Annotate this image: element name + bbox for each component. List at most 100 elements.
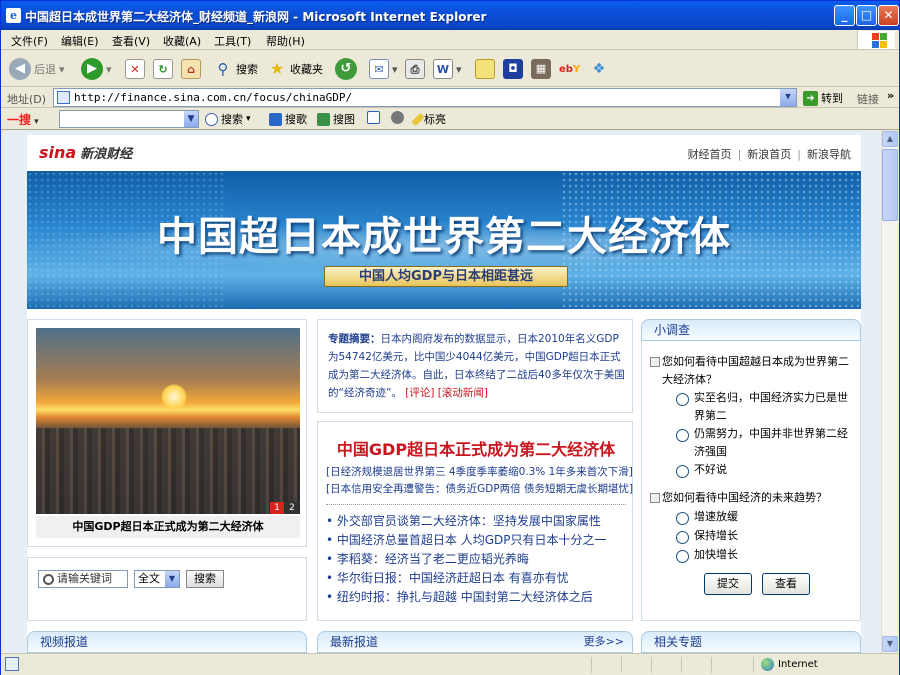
edit-button[interactable]: W ▾	[433, 55, 462, 83]
links-button[interactable]: 链接	[857, 91, 879, 107]
tokyo-sunset-photo[interactable]: 1 2	[36, 328, 300, 514]
banner-subtitle: 中国人均GDP与日本相距甚远	[324, 266, 568, 287]
chevron-right-icon[interactable]: »	[887, 89, 894, 102]
status-bar: Internet	[1, 653, 899, 675]
msn-button[interactable]: ❖	[589, 55, 609, 83]
standard-toolbar: ◀ 后退 ▾ ▶ ▾ ✕ ↻ ⌂ ⚲ 搜索 ★ 收藏夹 ↺ ✉ ▾ ⎙ W ▾ ◘ ▦ …	[1, 51, 899, 87]
keyword-search-button[interactable]: 搜索	[186, 570, 224, 588]
scroll-up-icon[interactable]: ▲	[882, 131, 898, 147]
window-tool-button[interactable]	[367, 111, 380, 124]
yisou-search-button[interactable]: 搜索 ▾	[205, 111, 251, 127]
close-button[interactable]: ✕	[878, 5, 899, 26]
yisou-dropdown-icon[interactable]: ▼	[184, 111, 198, 127]
settings-button[interactable]	[391, 111, 404, 124]
music-search-button[interactable]: 搜歌	[269, 111, 307, 127]
news-item[interactable]: 李稻葵：经济当了老二更应韬光养晦	[326, 550, 626, 569]
menu-help[interactable]: 帮助(H)	[266, 33, 305, 49]
go-button[interactable]: ➜ 转到	[803, 90, 843, 106]
stop-button[interactable]: ✕	[125, 55, 145, 83]
highlight-button[interactable]: 标亮	[411, 111, 446, 127]
notes-button[interactable]	[475, 55, 495, 83]
address-input[interactable]: http://finance.sina.com.cn/focus/chinaGD…	[53, 88, 797, 107]
sublink-1[interactable]: [日经济规模退居世界第三 4季度季率萎缩0.3% 1年多来首次下滑]	[326, 464, 633, 481]
nav-sina-home[interactable]: 新浪首页	[747, 148, 791, 161]
photo-page-1[interactable]: 1	[270, 502, 284, 514]
menu-bar: 文件(F) 编辑(E) 查看(V) 收藏(A) 工具(T) 帮助(H)	[1, 30, 899, 50]
keyword-input[interactable]: 请输关键词	[38, 570, 128, 588]
page-status-icon	[5, 657, 19, 671]
refresh-button[interactable]: ↻	[153, 55, 173, 83]
messenger-button[interactable]: ◘	[503, 55, 523, 83]
address-label: 地址(D)	[7, 93, 47, 106]
photo-caption[interactable]: 中国GDP超日本正式成为第二大经济体	[36, 516, 300, 538]
scroll-down-icon[interactable]: ▼	[882, 636, 898, 652]
yisou-logo[interactable]: 一搜 ▾	[7, 111, 39, 128]
globe-icon	[761, 658, 774, 671]
star-icon: ★	[269, 59, 285, 78]
browser-content: sina 新浪财经 财经首页 | 新浪首页 | 新浪导航 中国超日本成世界第二大经济体 中…	[3, 131, 881, 653]
news-list: 外交部官员谈第二大经济体：坚持发展中国家属性 中国经济总量首超日本 人均GDP只…	[326, 512, 626, 607]
page-icon	[57, 91, 70, 104]
image-search-button[interactable]: 搜图	[317, 111, 355, 127]
home-button[interactable]: ⌂	[181, 55, 201, 83]
poll-q1-option-1[interactable]: 实至名归，中国经济实力已是世界第二	[676, 389, 856, 425]
poll-q2-option-3[interactable]: 加快增长	[676, 546, 856, 564]
image-icon	[317, 112, 330, 126]
photo-page-2[interactable]: 2	[285, 502, 299, 514]
poll-q1-option-3[interactable]: 不好说	[676, 461, 856, 479]
poll-q1-option-2[interactable]: 仍需努力，中国并非世界第二经济强国	[676, 425, 856, 461]
maximize-button[interactable]: □	[856, 5, 877, 26]
music-note-icon	[269, 112, 282, 126]
yisou-toolbar: 一搜 ▾ ▼ 搜索 ▾ 搜歌 搜图 标亮	[1, 108, 899, 130]
nav-sina-guide[interactable]: 新浪导航	[807, 148, 851, 161]
sublink-2[interactable]: [日本信用安全再遭警告：债务近GDP两倍 债务短期无虞长期堪忧]	[326, 481, 633, 498]
news-item[interactable]: 中国经济总量首超日本 人均GDP只有日本十分之一	[326, 531, 626, 550]
news-item[interactable]: 外交部官员谈第二大经济体：坚持发展中国家属性	[326, 512, 626, 531]
banner-title: 中国超日本成世界第二大经济体	[157, 214, 731, 260]
search-icon	[205, 112, 218, 126]
menu-view[interactable]: 查看(V)	[112, 33, 150, 49]
poll-view-button[interactable]: 查看	[762, 573, 810, 595]
nav-finance-home[interactable]: 财经首页	[688, 148, 732, 161]
gear-icon	[391, 111, 404, 124]
title-bar[interactable]: e 中国超日本成世界第二大经济体_财经频道_新浪网 - Microsoft In…	[1, 1, 899, 30]
more-link[interactable]: 更多>>	[584, 632, 624, 652]
print-button[interactable]: ⎙	[405, 55, 425, 83]
news-item[interactable]: 纽约时报：挣扎与超越 中国封第二大经济体之后	[326, 588, 626, 607]
comment-link[interactable]: [评论]	[405, 387, 434, 399]
home-icon: ⌂	[181, 59, 201, 79]
forward-button[interactable]: ▶ ▾	[81, 55, 112, 83]
sina-logo[interactable]: sina 新浪财经	[39, 143, 132, 162]
main-headline[interactable]: 中国GDP超日本正式成为第二大经济体	[318, 436, 634, 460]
scroll-thumb[interactable]	[882, 149, 898, 221]
menu-file[interactable]: 文件(F)	[11, 33, 48, 49]
ebay-button[interactable]: ebY	[559, 55, 580, 83]
news-box: 中国GDP超日本正式成为第二大经济体 [日经济规模退居世界第三 4季度季率萎缩0…	[317, 421, 633, 621]
menu-favorites[interactable]: 收藏(A)	[163, 33, 201, 49]
menu-edit[interactable]: 编辑(E)	[61, 33, 99, 49]
poll-q2-option-1[interactable]: 增速放缓	[676, 508, 856, 526]
menu-tools[interactable]: 工具(T)	[214, 33, 251, 49]
address-bar: 地址(D) http://finance.sina.com.cn/focus/c…	[1, 87, 899, 108]
history-icon: ↺	[335, 58, 357, 80]
address-dropdown-icon[interactable]: ▼	[780, 89, 796, 106]
search-button[interactable]: ⚲ 搜索	[213, 55, 259, 83]
yisou-search-input[interactable]: ▼	[59, 110, 199, 128]
search-scope-select[interactable]: 全文 ▼	[134, 570, 180, 588]
poll-q2-option-2[interactable]: 保持增长	[676, 527, 856, 545]
mail-button[interactable]: ✉ ▾	[369, 55, 398, 83]
headline-sublinks: [日经济规模退居世界第三 4季度季率萎缩0.3% 1年多来首次下滑] [日本信用…	[326, 464, 633, 498]
rolling-news-link[interactable]: [滚动新闻]	[438, 387, 488, 399]
poll-submit-button[interactable]: 提交	[704, 573, 752, 595]
vertical-scrollbar[interactable]: ▲ ▼	[881, 131, 898, 653]
favorites-button[interactable]: ★ 收藏夹	[267, 55, 323, 83]
back-button[interactable]: ◀ 后退 ▾	[9, 55, 65, 83]
poll-box: 小调查 您如何看待中国超越日本成为世界第二大经济体？ 实至名归，中国经济实力已是…	[641, 319, 861, 621]
news-item[interactable]: 华尔街日报：中国经济赶超日本 有喜亦有忧	[326, 569, 626, 588]
research-button[interactable]: ▦	[531, 55, 551, 83]
ie-icon: e	[6, 8, 21, 23]
ie-window: e 中国超日本成世界第二大经济体_财经频道_新浪网 - Microsoft In…	[0, 0, 900, 675]
keyword-search-box: 请输关键词 全文 ▼ 搜索	[27, 557, 307, 621]
minimize-button[interactable]: _	[834, 5, 855, 26]
history-button[interactable]: ↺	[335, 55, 357, 83]
